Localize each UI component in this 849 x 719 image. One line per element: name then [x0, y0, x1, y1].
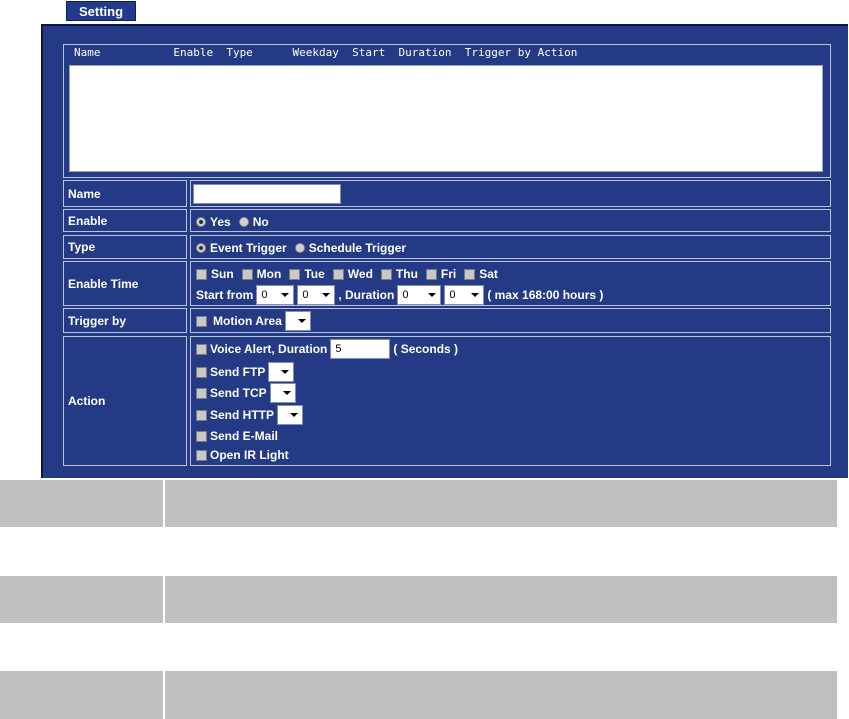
chevron-down-icon	[428, 293, 437, 297]
type-label: Type	[63, 235, 187, 259]
name-value-cell	[190, 180, 831, 207]
enable-time-label: Enable Time	[63, 261, 187, 306]
divider	[163, 671, 165, 719]
max-duration-note: ( max 168:00 hours )	[487, 288, 604, 302]
send-ftp-checkbox[interactable]	[196, 366, 207, 378]
enable-no-radio[interactable]	[238, 217, 249, 227]
event-trigger-label: Event Trigger	[210, 241, 287, 255]
start-minute-value: 0	[302, 289, 309, 301]
day-thu-label: Thu	[395, 267, 418, 281]
day-mon-checkbox[interactable]	[241, 268, 253, 280]
trigger-by-value-cell: Motion Area	[190, 308, 831, 333]
day-fri-checkbox[interactable]	[425, 268, 437, 280]
action-label: Action	[63, 336, 187, 466]
event-list-box: Name Enable Type Weekday Start Duration …	[63, 44, 831, 178]
send-http-label: Send HTTP	[210, 408, 275, 422]
day-fri-label: Fri	[440, 267, 457, 281]
day-sat-label: Sat	[479, 267, 498, 281]
enable-row: Enable Yes No	[63, 209, 831, 232]
chevron-down-icon	[281, 370, 290, 374]
enable-yes-radio[interactable]	[196, 217, 206, 227]
trigger-by-row: Trigger by Motion Area	[63, 308, 831, 333]
chevron-down-icon	[282, 391, 291, 395]
duration-minute-value: 0	[449, 289, 456, 301]
voice-duration-value: 5	[335, 343, 342, 355]
enable-time-row: Enable Time Sun Mon Tue Wed Thu Fri Sat …	[63, 261, 831, 306]
duration-label: , Duration	[338, 288, 395, 302]
trigger-by-label: Trigger by	[63, 308, 187, 333]
event-list[interactable]	[69, 65, 823, 172]
type-value-cell: Event Trigger Schedule Trigger	[190, 235, 831, 259]
open-ir-light-label: Open IR Light	[210, 448, 289, 462]
setting-tab-button[interactable]: Setting	[66, 1, 136, 21]
event-list-header: Name Enable Type Weekday Start Duration …	[74, 46, 578, 59]
duration-minute-select[interactable]: 0	[444, 285, 485, 305]
start-hour-value: 0	[261, 289, 268, 301]
enable-yes-label: Yes	[210, 215, 231, 229]
event-trigger-radio[interactable]	[196, 243, 206, 253]
day-tue-checkbox[interactable]	[289, 268, 301, 280]
send-email-checkbox[interactable]	[196, 430, 207, 442]
send-tcp-label: Send TCP	[210, 386, 267, 400]
doc-table-row	[0, 480, 837, 527]
enable-value-cell: Yes No	[190, 209, 831, 232]
schedule-trigger-radio[interactable]	[294, 243, 305, 253]
send-tcp-select[interactable]	[269, 383, 296, 403]
name-input[interactable]	[193, 184, 341, 204]
day-mon-label: Mon	[256, 267, 282, 281]
duration-hour-value: 0	[402, 289, 409, 301]
chevron-down-icon	[297, 319, 306, 323]
divider	[163, 576, 165, 623]
doc-table-row	[0, 576, 837, 623]
motion-area-checkbox[interactable]	[196, 315, 207, 327]
day-sun-label: Sun	[211, 267, 234, 281]
start-from-label: Start from	[196, 288, 254, 302]
day-thu-checkbox[interactable]	[380, 268, 392, 280]
day-sun-checkbox[interactable]	[196, 268, 207, 280]
enable-no-label: No	[252, 215, 269, 229]
day-wed-checkbox[interactable]	[332, 268, 344, 280]
day-wed-label: Wed	[347, 267, 373, 281]
chevron-down-icon	[290, 413, 299, 417]
send-http-select[interactable]	[277, 405, 304, 425]
voice-duration-input[interactable]: 5	[330, 339, 391, 359]
divider	[163, 480, 165, 527]
name-row: Name	[63, 180, 831, 207]
motion-area-label: Motion Area	[213, 314, 282, 328]
chevron-down-icon	[471, 293, 480, 297]
schedule-trigger-label: Schedule Trigger	[308, 241, 407, 255]
enable-label: Enable	[63, 209, 187, 232]
voice-alert-label: Voice Alert, Duration	[210, 342, 328, 356]
type-row: Type Event Trigger Schedule Trigger	[63, 235, 831, 259]
open-ir-light-checkbox[interactable]	[196, 449, 207, 461]
send-email-label: Send E-Mail	[210, 429, 279, 443]
seconds-label: ( Seconds )	[393, 342, 459, 356]
duration-hour-select[interactable]: 0	[397, 285, 442, 305]
name-label: Name	[63, 180, 187, 207]
send-tcp-checkbox[interactable]	[196, 387, 207, 399]
action-row: Action Voice Alert, Duration 5 ( Seconds…	[63, 336, 831, 466]
voice-alert-checkbox[interactable]	[196, 343, 207, 355]
send-http-checkbox[interactable]	[196, 409, 207, 421]
day-sat-checkbox[interactable]	[464, 268, 476, 280]
send-ftp-select[interactable]	[268, 362, 295, 382]
chevron-down-icon	[322, 293, 331, 297]
enable-time-value-cell: Sun Mon Tue Wed Thu Fri Sat Start from 0	[190, 261, 831, 306]
start-minute-select[interactable]: 0	[297, 285, 336, 305]
start-hour-select[interactable]: 0	[256, 285, 295, 305]
chevron-down-icon	[281, 293, 290, 297]
event-setting-panel: Name Enable Type Weekday Start Duration …	[41, 24, 848, 478]
day-tue-label: Tue	[304, 267, 325, 281]
action-value-cell: Voice Alert, Duration 5 ( Seconds ) Send…	[190, 336, 831, 466]
send-ftp-label: Send FTP	[210, 365, 266, 379]
doc-table-row	[0, 671, 837, 719]
motion-area-select[interactable]	[284, 311, 311, 331]
